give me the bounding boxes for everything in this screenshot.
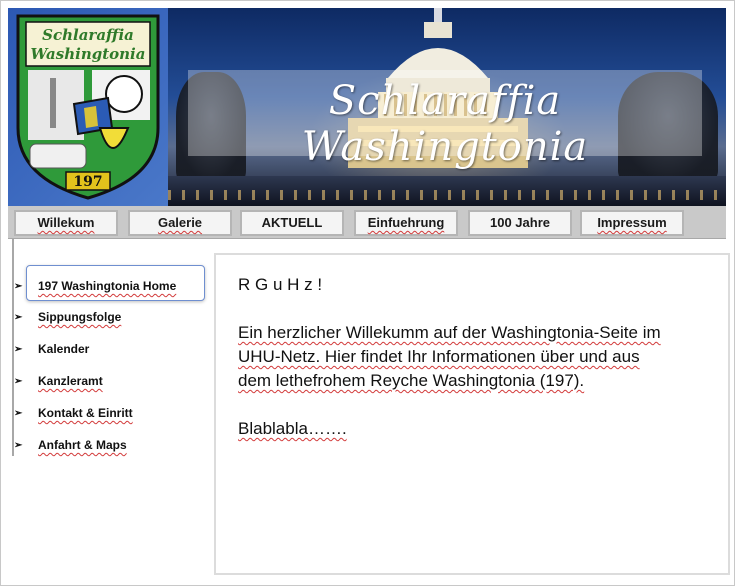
arrow-right-icon: ➢	[14, 408, 23, 419]
crest-logo[interactable]: Schlaraffia Washingtonia 197	[12, 8, 164, 204]
top-nav: Willekum Galerie AKTUELL Einfuehrung 100…	[8, 206, 726, 239]
site-title: Schlaraffia Washingtonia	[301, 78, 589, 170]
crest-number: 197	[73, 174, 102, 190]
arrow-right-icon: ➢	[14, 344, 23, 355]
welcome-line-1: Ein herzlicher Willekumm auf der Washing…	[238, 323, 661, 342]
placeholder-text: Blablabla…….	[238, 419, 347, 438]
nav-einfuehrung[interactable]: Einfuehrung	[354, 210, 458, 236]
main-content: R G u H z ! Ein herzlicher Willekumm auf…	[214, 253, 730, 575]
arrow-right-icon: ➢	[14, 440, 23, 451]
arrow-right-icon: ➢	[14, 312, 23, 323]
nav-impressum[interactable]: Impressum	[580, 210, 684, 236]
greeting: R G u H z !	[238, 275, 323, 294]
nav-100-jahre[interactable]: 100 Jahre	[468, 210, 572, 236]
welcome-line-2: UHU-Netz. Hier findet Ihr Informationen …	[238, 347, 640, 366]
nav-aktuell[interactable]: AKTUELL	[240, 210, 344, 236]
nav-willekum[interactable]: Willekum	[14, 210, 118, 236]
crest-line2: Washingtonia	[31, 45, 146, 63]
welcome-line-3: dem lethefrohem Reyche Washingtonia (197…	[238, 371, 585, 390]
nav-galerie[interactable]: Galerie	[128, 210, 232, 236]
pool-reflection	[168, 190, 726, 200]
arrow-right-icon: ➢	[14, 376, 23, 387]
crest-line1: Schlaraffia	[42, 26, 134, 44]
arrow-right-icon: ➢	[14, 281, 23, 292]
